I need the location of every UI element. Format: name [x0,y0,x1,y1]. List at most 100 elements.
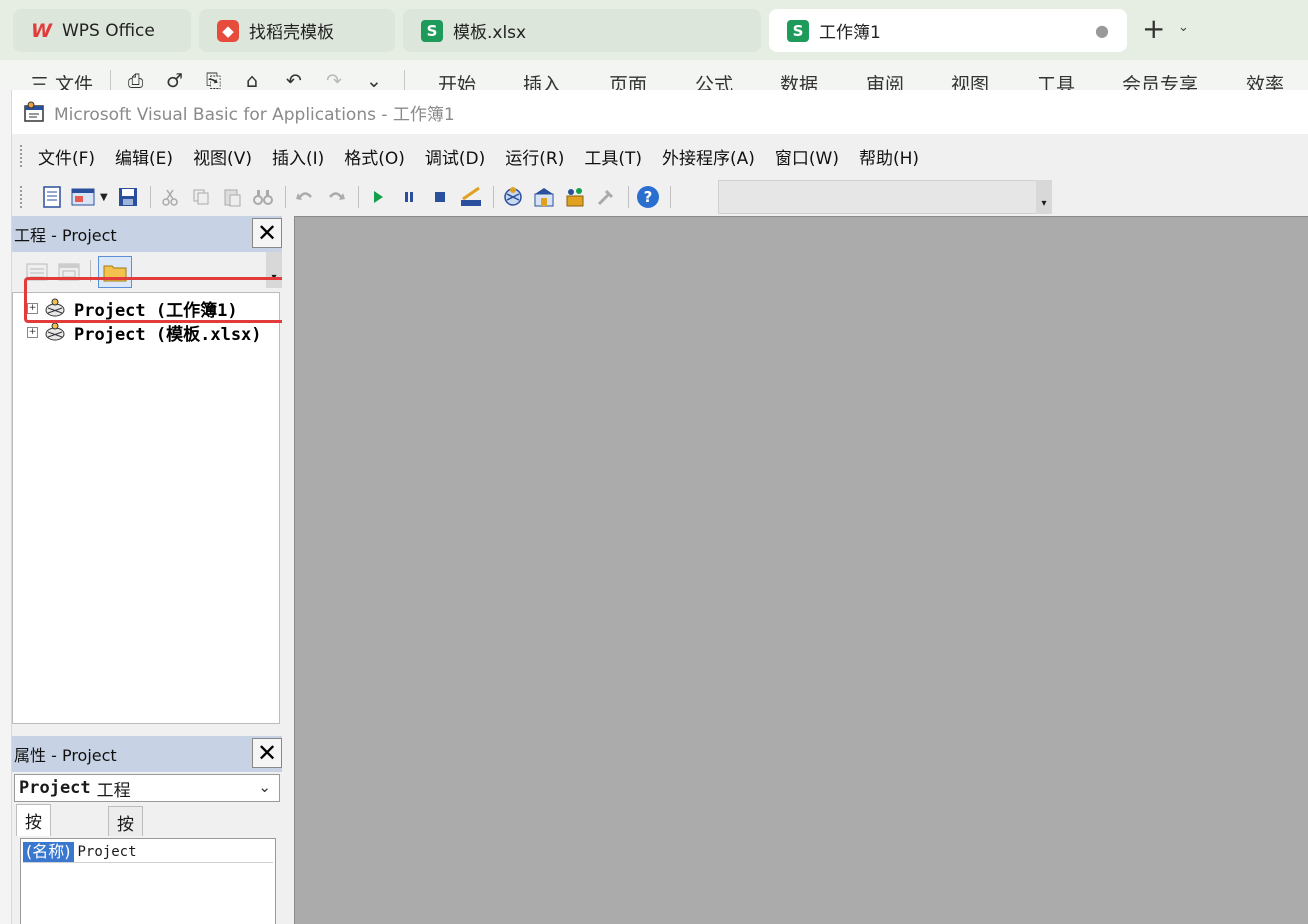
ribbon-tab-review[interactable]: 审阅 [866,70,904,90]
menu-format[interactable]: 格式(O) [344,144,405,169]
share-icon[interactable]: ♂ [166,70,183,90]
redo-icon[interactable]: ↷ [326,70,342,90]
object-browser-icon[interactable] [561,183,589,211]
menu-debug[interactable]: 调试(D) [425,144,485,169]
spreadsheet-icon: S [787,19,809,42]
insert-dropdown-chevron-icon[interactable]: ▼ [100,192,110,203]
code-workspace [294,216,1308,924]
menu-addins[interactable]: 外接程序(A) [662,144,755,169]
toolbar-separator [285,186,286,208]
ribbon-separator [110,70,111,90]
project-tree: + Project (工作簿1) + Project (模板.xlsx) [12,292,280,724]
tree-item-label: Project (模板.xlsx) [74,324,262,345]
toolbar-separator [670,186,671,208]
tab-label: 找稻壳模板 [249,23,334,43]
ribbon-file-menu[interactable]: 三 文件 [30,70,93,90]
save-icon[interactable]: ⎙ [128,70,143,90]
toolbar-separator [628,186,629,208]
undo-icon[interactable]: ↶ [286,70,302,90]
properties-pane-title: 属性 - Project [14,746,117,765]
project-explorer-icon[interactable] [499,183,527,211]
menu-window[interactable]: 窗口(W) [775,144,839,169]
chevron-down-icon: ⌄ [258,778,271,796]
toolbar-separator [493,186,494,208]
print-preview-icon[interactable]: ⌂ [246,70,258,90]
docer-icon: ◆ [217,19,239,42]
menu-help[interactable]: 帮助(H) [859,144,919,169]
toolbox-icon[interactable] [592,183,620,211]
tab-menu-chevron-icon[interactable]: ⌄ [1178,20,1189,35]
copy-icon[interactable] [187,183,215,211]
property-value[interactable]: Project [78,844,137,860]
pane-splitter[interactable] [282,216,294,924]
new-tab-button[interactable]: + [1142,12,1165,45]
menu-edit[interactable]: 编辑(E) [115,144,173,169]
menu-tools[interactable]: 工具(T) [584,144,642,169]
tree-item-template-xlsx[interactable]: + Project (模板.xlsx) [27,321,262,345]
undo-icon[interactable] [291,183,319,211]
view-excel-icon[interactable] [38,183,66,211]
ribbon-tab-home[interactable]: 开始 [438,70,476,90]
menu-insert[interactable]: 插入(I) [272,144,324,169]
menu-file[interactable]: 文件(F) [38,144,95,169]
cursor-position-box [718,180,1040,214]
ribbon-tab-efficiency[interactable]: 效率 [1246,70,1284,90]
design-mode-icon[interactable] [457,183,485,211]
ribbon-tab-insert[interactable]: 插入 [523,70,561,90]
tab-label: 工作簿1 [819,23,881,43]
cut-icon[interactable] [156,183,184,211]
tab-categorized[interactable]: 按分类序 [108,806,143,910]
toolbar-grip[interactable] [20,186,24,208]
ribbon-tab-tools[interactable]: 工具 [1037,70,1075,90]
property-row[interactable]: (名称) Project [23,841,273,863]
tab-workbook1[interactable]: S 工作簿1 ● [769,9,1127,52]
paste-icon[interactable] [218,183,246,211]
properties-pane-header: 属性 - Project ✕ [12,736,282,772]
menu-view[interactable]: 视图(V) [193,144,252,169]
property-key: (名称) [23,841,74,862]
print-icon[interactable]: ⎘ [206,70,221,90]
object-name: Project [19,778,91,798]
properties-grid: (名称) Project [20,838,276,924]
project-pane-header: 工程 - Project ✕ [12,216,282,252]
wps-ribbon: 三 文件 ⎙ ♂ ⎘ ⌂ ↶ ↷ ⌄ 开始 插入 页面 公式 数据 审阅 视图 … [0,60,1308,90]
break-icon[interactable] [395,183,423,211]
vba-editor-window: Microsoft Visual Basic for Applications … [12,90,1308,924]
find-icon[interactable] [249,183,277,211]
toolbar-separator [358,186,359,208]
tab-label: WPS Office [61,20,155,41]
tab-docer-templates[interactable]: ◆ 找稻壳模板 [199,9,395,52]
menu-run[interactable]: 运行(R) [505,144,564,169]
ribbon-tab-view[interactable]: 视图 [951,70,989,90]
reset-icon[interactable] [426,183,454,211]
vba-toolbar: ▼ ? ▾ [12,178,1308,216]
save-icon[interactable] [114,183,142,211]
ribbon-tab-formula[interactable]: 公式 [695,70,733,90]
object-type: 工程 [96,780,131,801]
vba-project-icon [45,322,65,341]
run-icon[interactable] [364,183,392,211]
project-pane-close-icon[interactable]: ✕ [252,218,282,248]
object-selector-dropdown[interactable]: Project 工程 ⌄ [14,774,280,802]
ribbon-tab-member[interactable]: 会员专享 [1122,70,1198,90]
tab-label: 模板.xlsx [453,23,527,43]
properties-window-icon[interactable] [530,183,558,211]
spreadsheet-edge [0,90,12,924]
wps-tab-bar: W WPS Office ◆ 找稻壳模板 S 模板.xlsx S 工作簿1 ● … [0,0,1308,60]
tab-wps-office[interactable]: W WPS Office [13,9,191,52]
tab-alphabetic[interactable]: 按字母序 [16,804,51,908]
ribbon-tab-page[interactable]: 页面 [609,70,647,90]
help-icon[interactable]: ? [634,183,662,211]
insert-userform-icon[interactable] [69,183,97,211]
menu-grip[interactable] [20,145,24,167]
project-pane-title: 工程 - Project [14,226,117,245]
toolbar-options-chevron-icon[interactable]: ▾ [1036,180,1052,214]
ribbon-tab-data[interactable]: 数据 [780,70,818,90]
more-chevron-icon[interactable]: ⌄ [366,70,382,90]
spreadsheet-icon: S [421,19,443,42]
unsaved-dot-icon: ● [1095,21,1109,40]
expand-icon[interactable]: + [27,326,38,338]
properties-pane-close-icon[interactable]: ✕ [252,738,282,768]
redo-icon[interactable] [322,183,350,211]
tab-template-xlsx[interactable]: S 模板.xlsx [403,9,761,52]
